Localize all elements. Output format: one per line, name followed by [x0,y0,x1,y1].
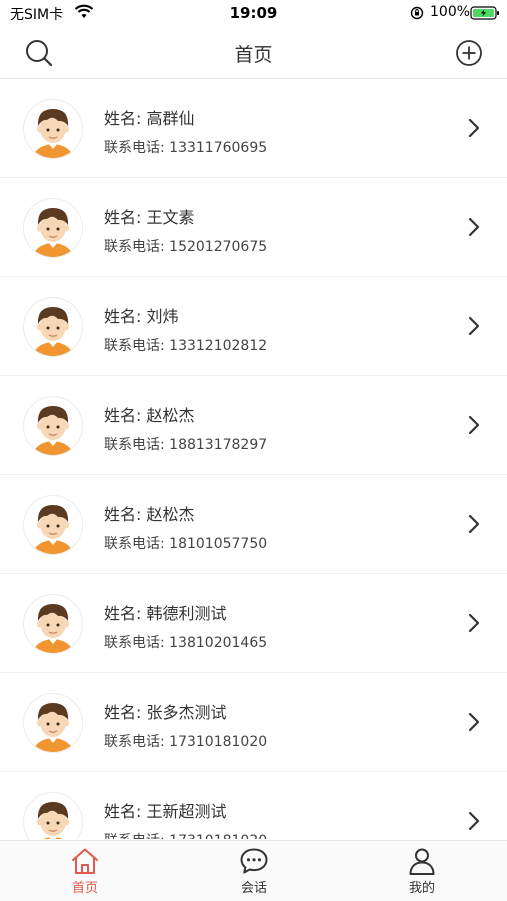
contact-phone: 联系电话: 17310181020 [104,734,268,750]
contact-phone: 联系电话: 18101057750 [104,536,268,552]
avatar [23,792,83,839]
home-icon [72,848,98,874]
avatar [23,396,83,456]
chevron-right-icon[interactable] [466,216,482,238]
profile-icon [409,848,435,875]
contact-row[interactable]: 姓名: 王新超测试 联系电话: 17310181020 [0,772,507,839]
page-title: 首页 [234,44,273,66]
chevron-right-icon[interactable] [466,810,482,832]
avatar [23,495,83,555]
navigation-bar: 首页 [0,28,507,79]
chevron-right-icon[interactable] [466,414,482,436]
contact-phone: 联系电话: 13312102812 [104,338,268,354]
tab-bar: 首页 会话 我的 [0,840,507,901]
avatar [23,99,83,159]
battery-icon [470,6,499,20]
contact-row[interactable]: 姓名: 高群仙 联系电话: 13311760695 [0,79,507,178]
chat-icon [240,848,268,874]
status-bar: 无SIM卡 19:09 100% [0,0,507,28]
contact-name: 姓名: 赵松杰 [104,505,195,524]
contact-row[interactable]: 姓名: 王文素 联系电话: 15201270675 [0,178,507,277]
chevron-right-icon[interactable] [466,117,482,139]
tab-chat-label: 会话 [240,881,267,896]
contact-name: 姓名: 韩德利测试 [104,604,227,623]
contact-name: 姓名: 高群仙 [104,109,195,128]
rotation-lock-icon [410,6,424,20]
contact-list[interactable]: 姓名: 高群仙 联系电话: 13311760695 姓名: 王文素 联系电话: … [0,79,507,839]
contact-phone: 联系电话: 15201270675 [104,239,268,255]
contact-name: 姓名: 张多杰测试 [104,703,227,722]
avatar [23,297,83,357]
contact-row[interactable]: 姓名: 赵松杰 联系电话: 18813178297 [0,376,507,475]
chevron-right-icon[interactable] [466,513,482,535]
chevron-right-icon[interactable] [466,711,482,733]
chevron-right-icon[interactable] [466,612,482,634]
contact-name: 姓名: 刘炜 [104,307,179,326]
tab-chat[interactable]: 会话 [204,841,304,901]
tab-home[interactable]: 首页 [35,841,135,901]
tab-home-label: 首页 [71,881,98,896]
tab-profile-label: 我的 [408,881,435,896]
contact-phone: 联系电话: 13311760695 [104,140,268,156]
contact-row[interactable]: 姓名: 刘炜 联系电话: 13312102812 [0,277,507,376]
contact-phone: 联系电话: 17310181020 [104,830,267,839]
tab-profile[interactable]: 我的 [372,841,472,901]
contact-row[interactable]: 姓名: 张多杰测试 联系电话: 17310181020 [0,673,507,772]
contact-phone: 联系电话: 13810201465 [104,635,268,651]
contact-phone: 联系电话: 18813178297 [104,437,268,453]
add-icon[interactable] [454,38,484,68]
avatar [23,693,83,753]
contact-row[interactable]: 姓名: 赵松杰 联系电话: 18101057750 [0,475,507,574]
chevron-right-icon[interactable] [466,315,482,337]
avatar [23,594,83,654]
battery-percent: 100% [430,4,471,20]
avatar [23,198,83,258]
contact-row[interactable]: 姓名: 韩德利测试 联系电话: 13810201465 [0,574,507,673]
contact-name: 姓名: 赵松杰 [104,406,195,425]
contact-name: 姓名: 王文素 [104,208,195,227]
contact-name: 姓名: 王新超测试 [104,802,227,821]
